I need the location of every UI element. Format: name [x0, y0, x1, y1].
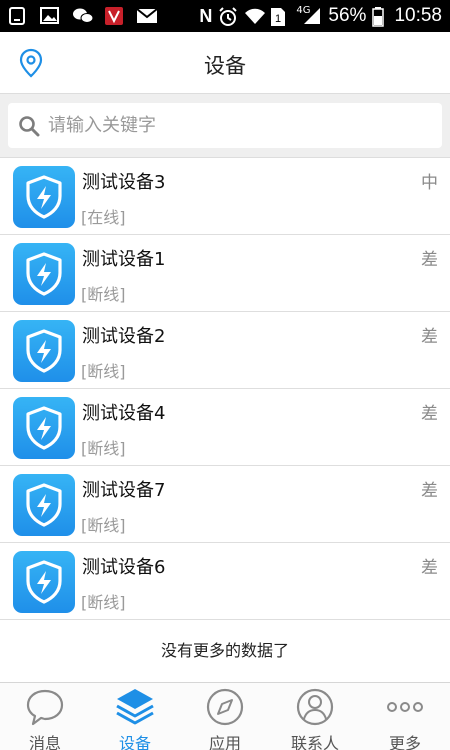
screenshot-icon [8, 7, 28, 25]
tab-label: 应用 [208, 734, 241, 750]
contact-person-icon [295, 687, 335, 727]
device-list-item[interactable]: 测试设备1 [断线] 差 [0, 235, 450, 312]
device-list-item[interactable]: 测试设备7 [断线] 差 [0, 466, 450, 543]
device-list-item[interactable]: 测试设备3 [在线] 中 [0, 158, 450, 235]
wechat-icon [72, 7, 94, 25]
signal-quality: 差 [421, 404, 438, 424]
gallery-icon [40, 7, 60, 25]
tab-label: 消息 [28, 734, 61, 750]
device-name: 测试设备4 [82, 403, 166, 424]
device-shield-icon [13, 166, 75, 228]
device-name: 测试设备1 [82, 249, 166, 270]
device-list: 测试设备3 [在线] 中 测试设备1 [断线] 差 测试设备2 [断线] 差 测… [0, 158, 450, 620]
mail-icon [136, 7, 158, 25]
tab-contacts[interactable]: 联系人 [270, 683, 360, 750]
alarm-icon [218, 7, 238, 26]
wifi-icon [244, 7, 266, 25]
battery-icon [372, 7, 385, 27]
svg-text:1: 1 [275, 13, 281, 25]
device-list-item[interactable]: 测试设备2 [断线] 差 [0, 312, 450, 389]
search-icon [18, 115, 40, 137]
tab-apps[interactable]: 应用 [180, 683, 270, 750]
device-shield-icon [13, 320, 75, 382]
signal-quality: 差 [421, 481, 438, 501]
page-title: 设备 [204, 54, 246, 78]
device-status: [断线] [81, 285, 126, 304]
app-header: 设备 [0, 32, 450, 94]
signal-quality: 差 [421, 327, 438, 347]
device-shield-icon [13, 551, 75, 613]
search-box[interactable] [8, 103, 442, 148]
layers-icon [115, 687, 155, 727]
tab-label: 更多 [388, 734, 421, 750]
device-list-item[interactable]: 测试设备4 [断线] 差 [0, 389, 450, 466]
device-status: [断线] [81, 439, 126, 458]
signal-quality: 中 [421, 173, 438, 193]
search-input[interactable] [48, 115, 428, 136]
tab-label: 联系人 [290, 734, 339, 750]
tab-more[interactable]: 更多 [360, 683, 450, 750]
bottom-tab-bar: 消息 设备 应用 联系人 更多 [0, 682, 450, 750]
device-status: [断线] [81, 593, 126, 612]
tab-devices[interactable]: 设备 [90, 683, 180, 750]
sim-icon: 1 [270, 7, 290, 26]
app-notification-icon [104, 7, 124, 25]
cellular-signal-icon: 4G [296, 5, 322, 25]
device-name: 测试设备6 [82, 557, 166, 578]
tab-messages[interactable]: 消息 [0, 683, 90, 750]
device-shield-icon [13, 474, 75, 536]
status-bar: N 1 4G 56% 10:58 [0, 0, 450, 32]
device-shield-icon [13, 397, 75, 459]
system-icons: N 1 4G 56% 10:58 [199, 5, 442, 27]
device-name: 测试设备7 [82, 480, 166, 501]
device-list-item[interactable]: 测试设备6 [断线] 差 [0, 543, 450, 620]
list-end-message: 没有更多的数据了 [0, 620, 450, 682]
device-status: [在线] [81, 208, 126, 227]
device-name: 测试设备3 [82, 172, 166, 193]
more-dots-icon [385, 687, 425, 727]
device-name: 测试设备2 [82, 326, 166, 347]
signal-quality: 差 [421, 558, 438, 578]
battery-percent: 56% [328, 5, 367, 26]
notification-icons [8, 7, 158, 25]
tab-label: 设备 [118, 734, 151, 750]
device-status: [断线] [81, 516, 126, 535]
message-bubble-icon [25, 687, 65, 727]
compass-icon [205, 687, 245, 727]
clock: 10:58 [394, 5, 442, 26]
nfc-icon: N [199, 5, 213, 26]
device-status: [断线] [81, 362, 126, 381]
device-shield-icon [13, 243, 75, 305]
search-bar [0, 94, 450, 158]
signal-quality: 差 [421, 250, 438, 270]
